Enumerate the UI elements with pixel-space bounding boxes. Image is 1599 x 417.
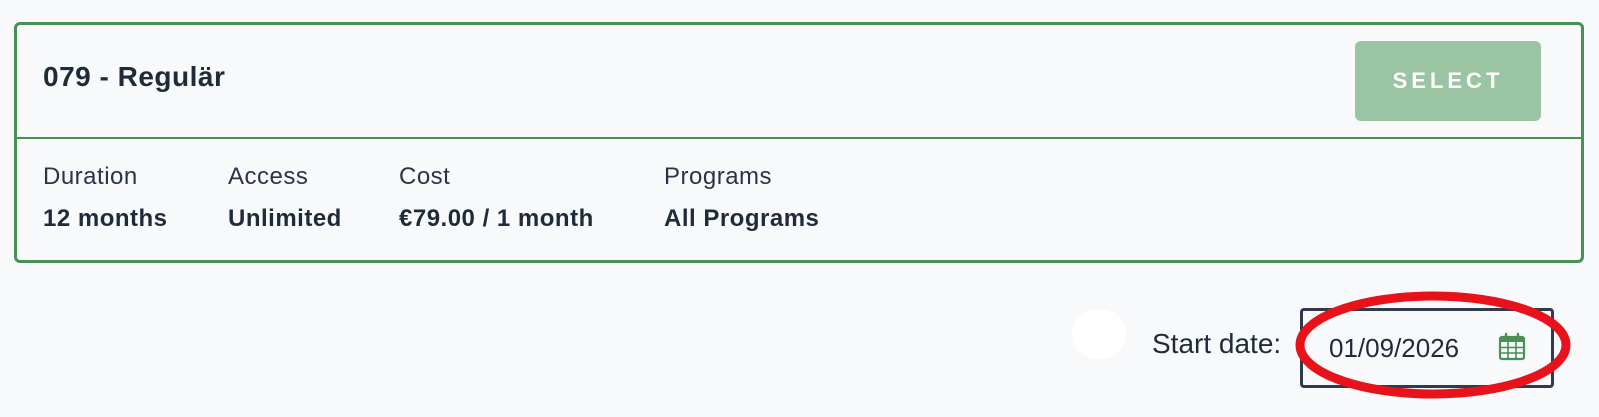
plan-header: 079 - Regulär SELECT <box>17 25 1581 139</box>
calendar-icon[interactable] <box>1497 332 1527 362</box>
page: 079 - Regulär SELECT Duration 12 months … <box>0 0 1599 417</box>
detail-cost: Cost €79.00 / 1 month <box>399 161 594 235</box>
detail-value-cost: €79.00 / 1 month <box>399 205 594 232</box>
plan-details: Duration 12 months Access Unlimited Cost… <box>17 139 1581 265</box>
detail-label-cost: Cost <box>399 163 451 190</box>
select-button[interactable]: SELECT <box>1355 41 1541 121</box>
detail-value-programs: All Programs <box>664 205 820 232</box>
plan-title: 079 - Regulär <box>43 61 226 92</box>
detail-access: Access Unlimited <box>228 161 342 235</box>
detail-label-duration: Duration <box>43 163 138 190</box>
detail-value-access: Unlimited <box>228 205 342 232</box>
detail-value-duration: 12 months <box>43 205 168 232</box>
detail-duration: Duration 12 months <box>43 161 168 235</box>
start-date-field[interactable] <box>1300 308 1554 388</box>
circle-placeholder <box>1072 309 1126 359</box>
detail-label-access: Access <box>228 163 309 190</box>
detail-programs: Programs All Programs <box>664 161 819 235</box>
start-date-input[interactable] <box>1329 332 1489 364</box>
start-date-label: Start date: <box>1152 328 1282 359</box>
plan-card: 079 - Regulär SELECT Duration 12 months … <box>14 22 1584 263</box>
detail-label-programs: Programs <box>664 163 773 190</box>
